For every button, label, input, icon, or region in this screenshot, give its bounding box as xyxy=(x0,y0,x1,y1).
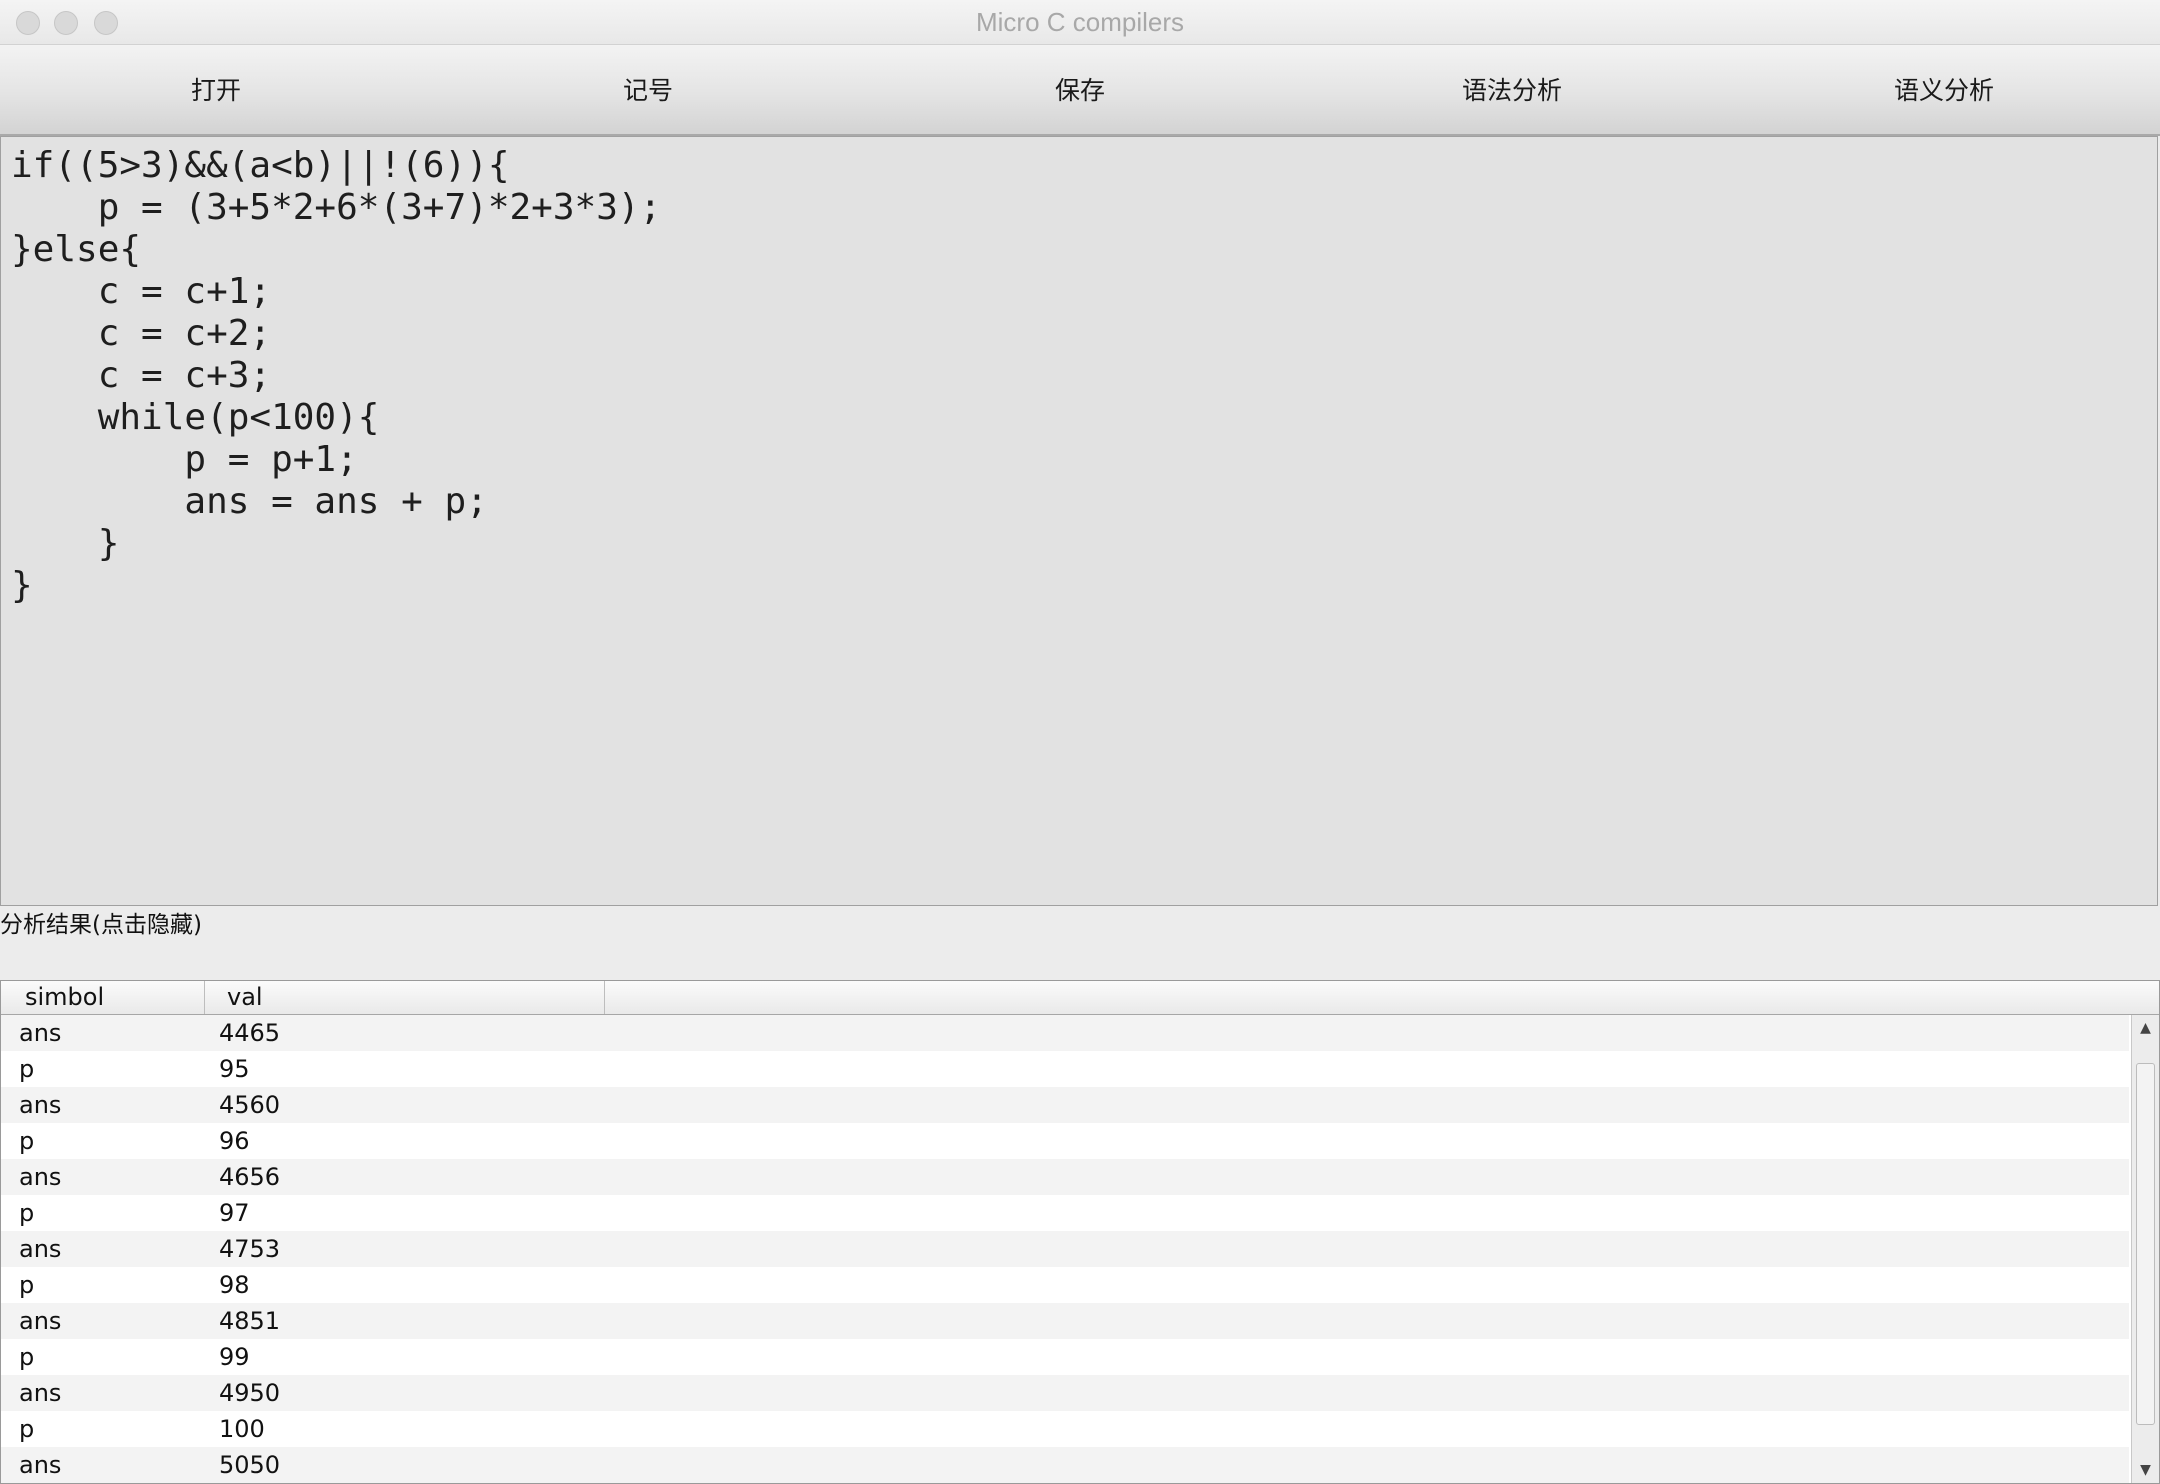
scrollbar-thumb[interactable] xyxy=(2136,1063,2155,1425)
table-row[interactable]: ans 5050 xyxy=(1,1447,2129,1483)
scroll-down-arrow-icon[interactable]: ▼ xyxy=(2132,1457,2159,1483)
table-row[interactable]: ans 4560 xyxy=(1,1087,2129,1123)
table-row[interactable]: ans 4465 xyxy=(1,1015,2129,1051)
cell-simbol: p xyxy=(19,1199,35,1227)
cell-val: 4656 xyxy=(219,1163,281,1191)
table-row[interactable]: p 97 xyxy=(1,1195,2129,1231)
cell-val: 4560 xyxy=(219,1091,281,1119)
cell-val: 95 xyxy=(219,1055,250,1083)
table-row[interactable]: ans 4753 xyxy=(1,1231,2129,1267)
code-text[interactable]: if((5>3)&&(a<b)||!(6)){ p = (3+5*2+6*(3+… xyxy=(1,137,2157,615)
window-title: Micro C compilers xyxy=(975,7,1185,37)
results-toggle-label[interactable]: 分析结果(点击隐藏) xyxy=(0,908,202,942)
cell-val: 4465 xyxy=(219,1019,281,1047)
scroll-up-arrow-icon[interactable]: ▲ xyxy=(2132,1015,2159,1041)
tokens-button[interactable]: 记号 xyxy=(432,45,864,134)
cell-val: 100 xyxy=(219,1415,265,1443)
cell-val: 4950 xyxy=(219,1379,281,1407)
cell-val: 98 xyxy=(219,1271,250,1299)
cell-simbol: ans xyxy=(19,1379,62,1407)
code-editor[interactable]: if((5>3)&&(a<b)||!(6)){ p = (3+5*2+6*(3+… xyxy=(0,136,2158,906)
column-header-empty xyxy=(605,981,2159,1014)
table-row[interactable]: p 98 xyxy=(1,1267,2129,1303)
cell-simbol: ans xyxy=(19,1307,62,1335)
syntax-analysis-button[interactable]: 语法分析 xyxy=(1296,45,1728,134)
cell-val: 96 xyxy=(219,1127,250,1155)
open-button[interactable]: 打开 xyxy=(0,45,432,134)
cell-simbol: ans xyxy=(19,1235,62,1263)
cell-simbol: ans xyxy=(19,1091,62,1119)
cell-val: 99 xyxy=(219,1343,250,1371)
cell-simbol: ans xyxy=(19,1451,62,1479)
cell-val: 97 xyxy=(219,1199,250,1227)
toolbar: 打开 记号 保存 语法分析 语义分析 xyxy=(0,45,2160,136)
semantic-analysis-button[interactable]: 语义分析 xyxy=(1728,45,2160,134)
cell-val: 4851 xyxy=(219,1307,281,1335)
table-header: simbol val xyxy=(1,981,2159,1015)
column-header-val[interactable]: val xyxy=(205,981,605,1014)
app-window: Micro C compilers 打开 记号 保存 语法分析 语义分析 if(… xyxy=(0,0,2160,1484)
cell-simbol: p xyxy=(19,1271,35,1299)
table-row[interactable]: ans 4950 xyxy=(1,1375,2129,1411)
table-row[interactable]: ans 4656 xyxy=(1,1159,2129,1195)
table-row[interactable]: p 99 xyxy=(1,1339,2129,1375)
results-table: simbol val ans 4465 p 95 ans 4560 p 96 ans 46… xyxy=(0,980,2160,1484)
cell-simbol: p xyxy=(19,1343,35,1371)
cell-simbol: p xyxy=(19,1415,35,1443)
table-body: ans 4465 p 95 ans 4560 p 96 ans 4656 p 97 ans 4… xyxy=(1,1015,2129,1483)
save-button[interactable]: 保存 xyxy=(864,45,1296,134)
title-bar: Micro C compilers xyxy=(0,0,2160,45)
scrollbar-track[interactable] xyxy=(2134,1043,2157,1455)
column-header-simbol[interactable]: simbol xyxy=(1,981,205,1014)
cell-simbol: p xyxy=(19,1127,35,1155)
vertical-scrollbar[interactable]: ▲ ▼ xyxy=(2131,1015,2159,1483)
table-row[interactable]: ans 4851 xyxy=(1,1303,2129,1339)
cell-simbol: p xyxy=(19,1055,35,1083)
cell-simbol: ans xyxy=(19,1019,62,1047)
cell-simbol: ans xyxy=(19,1163,62,1191)
cell-val: 5050 xyxy=(219,1451,281,1479)
table-row[interactable]: p 96 xyxy=(1,1123,2129,1159)
table-row[interactable]: p 100 xyxy=(1,1411,2129,1447)
table-row[interactable]: p 95 xyxy=(1,1051,2129,1087)
cell-val: 4753 xyxy=(219,1235,281,1263)
